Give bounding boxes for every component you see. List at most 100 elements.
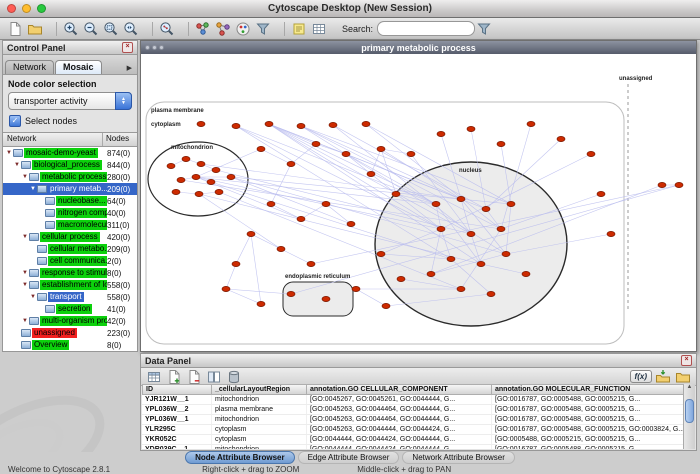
- graph-node[interactable]: [607, 231, 615, 236]
- create-attribute-icon[interactable]: [165, 368, 183, 386]
- tree-row-label[interactable]: response to stimul...: [40, 268, 107, 278]
- search-input[interactable]: [377, 21, 475, 36]
- graph-node[interactable]: [277, 246, 285, 251]
- network-manager-icon[interactable]: [194, 20, 212, 38]
- table-row[interactable]: YLR295Ccytoplasm[GO:0045263, GO:0044444,…: [142, 425, 684, 435]
- graph-node[interactable]: [192, 174, 200, 179]
- table-cell[interactable]: [GO:0016787, GO:0005488, GO:0005215, G..…: [492, 445, 684, 449]
- expand-collapse-icon[interactable]: ▼: [5, 150, 13, 156]
- graph-node[interactable]: [392, 191, 400, 196]
- graph-node[interactable]: [267, 201, 275, 206]
- tree-row-label[interactable]: transport: [48, 292, 84, 302]
- graph-node[interactable]: [265, 121, 273, 126]
- tree-row-label[interactable]: cellular metabo...: [48, 244, 107, 254]
- table-cell[interactable]: [GO:0016787, GO:0005488, GO:0005215, G..…: [492, 395, 684, 404]
- tree-row[interactable]: unassigned223(0): [3, 327, 137, 339]
- tree-row-label[interactable]: macromolecule...: [56, 220, 107, 230]
- new-session-icon[interactable]: [6, 20, 24, 38]
- filter-icon[interactable]: [254, 20, 272, 38]
- graph-node[interactable]: [437, 131, 445, 136]
- column-header[interactable]: annotation.GO CELLULAR_COMPONENT: [307, 384, 492, 395]
- select-nodes-checkbox[interactable]: ✓: [9, 115, 21, 127]
- graph-node[interactable]: [352, 286, 360, 291]
- table-cell[interactable]: cytoplasm: [212, 435, 307, 444]
- delete-attribute-icon[interactable]: [185, 368, 203, 386]
- graph-node[interactable]: [167, 163, 175, 168]
- equation-builder-button[interactable]: f(x): [630, 370, 652, 383]
- graph-node[interactable]: [322, 201, 330, 206]
- table-cell[interactable]: cytoplasm: [212, 425, 307, 434]
- tree-row[interactable]: ▼multi-organism pro...42(0): [3, 315, 137, 327]
- node-color-select[interactable]: transporter activity ▲▼: [8, 92, 132, 110]
- tree-row-label[interactable]: nitrogen compo...: [56, 208, 107, 218]
- table-cell[interactable]: [GO:0044444, GO:0044424, GO:0044444, G..…: [307, 445, 492, 449]
- graph-node[interactable]: [347, 221, 355, 226]
- attribute-columns-icon[interactable]: [205, 368, 223, 386]
- graph-node[interactable]: [222, 286, 230, 291]
- expand-collapse-icon[interactable]: ▼: [21, 234, 29, 240]
- table-cell[interactable]: YDR039C__1: [142, 445, 212, 449]
- network-frame-titlebar[interactable]: primary metabolic process: [141, 41, 696, 55]
- tree-column-network[interactable]: Network: [3, 133, 103, 146]
- tree-column-nodes[interactable]: Nodes: [103, 133, 137, 146]
- tab-mosaic[interactable]: Mosaic: [55, 60, 102, 74]
- tree-row-label[interactable]: cellular process: [40, 232, 100, 242]
- table-cell[interactable]: mitochondrion: [212, 415, 307, 424]
- graph-node[interactable]: [312, 141, 320, 146]
- tree-row-label[interactable]: nucleobase...: [56, 196, 107, 206]
- tree-row-label[interactable]: establishment of lo...: [40, 280, 107, 290]
- graph-node[interactable]: [227, 174, 235, 179]
- table-cell[interactable]: mitochondrion: [212, 445, 307, 449]
- graph-node[interactable]: [477, 261, 485, 266]
- table-cell[interactable]: [GO:0045263, GO:0044444, GO:0044424, G..…: [307, 425, 492, 434]
- delete-rows-icon[interactable]: [225, 368, 243, 386]
- graph-node[interactable]: [215, 189, 223, 194]
- tree-row[interactable]: cell communica...2(0): [3, 255, 137, 267]
- graph-node[interactable]: [658, 182, 666, 187]
- close-control-panel-button[interactable]: [122, 42, 133, 53]
- graph-node[interactable]: [675, 182, 683, 187]
- table-cell[interactable]: YPL036W__1: [142, 415, 212, 424]
- graph-node[interactable]: [587, 151, 595, 156]
- tree-row[interactable]: ▼cellular process420(0): [3, 231, 137, 243]
- tree-row[interactable]: nitrogen compo...40(0): [3, 207, 137, 219]
- expand-collapse-icon[interactable]: ▼: [29, 294, 37, 300]
- graph-node[interactable]: [457, 196, 465, 201]
- table-cell[interactable]: YJR121W__1: [142, 395, 212, 404]
- tree-row-label[interactable]: biological_process: [32, 160, 102, 170]
- graph-node[interactable]: [182, 156, 190, 161]
- graph-node[interactable]: [447, 256, 455, 261]
- graph-node[interactable]: [232, 261, 240, 266]
- table-cell[interactable]: YLR295C: [142, 425, 212, 434]
- graph-node[interactable]: [207, 179, 215, 184]
- graph-node[interactable]: [467, 126, 475, 131]
- graph-node[interactable]: [527, 121, 535, 126]
- graph-node[interactable]: [482, 206, 490, 211]
- table-cell[interactable]: YKR052C: [142, 435, 212, 444]
- expand-collapse-icon[interactable]: ▼: [21, 282, 29, 288]
- tree-row-label[interactable]: mosaic-demo-yeast: [24, 148, 98, 158]
- table-row[interactable]: YPL036W__2plasma membrane[GO:0045263, GO…: [142, 405, 684, 415]
- open-attribute-file-icon[interactable]: [674, 368, 692, 386]
- table-cell[interactable]: mitochondrion: [212, 395, 307, 404]
- tab-node-attribute-browser[interactable]: Node Attribute Browser: [185, 451, 295, 464]
- graph-node[interactable]: [197, 121, 205, 126]
- graph-node[interactable]: [597, 191, 605, 196]
- network-canvas[interactable]: plasma membranecytoplasmmitochondrionnuc…: [141, 54, 696, 351]
- grid-icon[interactable]: [310, 20, 328, 38]
- graph-node[interactable]: [322, 296, 330, 301]
- tab-scroll-right-icon[interactable]: ▶: [127, 64, 135, 74]
- graph-node[interactable]: [329, 122, 337, 127]
- tree-row-label[interactable]: secretion: [56, 304, 92, 314]
- import-attributes-icon[interactable]: [654, 368, 672, 386]
- column-header[interactable]: ID: [142, 384, 212, 395]
- graph-node[interactable]: [257, 301, 265, 306]
- graph-node[interactable]: [407, 151, 415, 156]
- tree-row[interactable]: ▼metabolic process280(0): [3, 171, 137, 183]
- tree-row[interactable]: macromolecule...311(0): [3, 219, 137, 231]
- tree-row-label[interactable]: cell communica...: [48, 256, 107, 266]
- tree-row[interactable]: ▼transport558(0): [3, 291, 137, 303]
- expand-collapse-icon[interactable]: ▼: [13, 162, 21, 168]
- graph-node[interactable]: [177, 177, 185, 182]
- annotation-icon[interactable]: [290, 20, 308, 38]
